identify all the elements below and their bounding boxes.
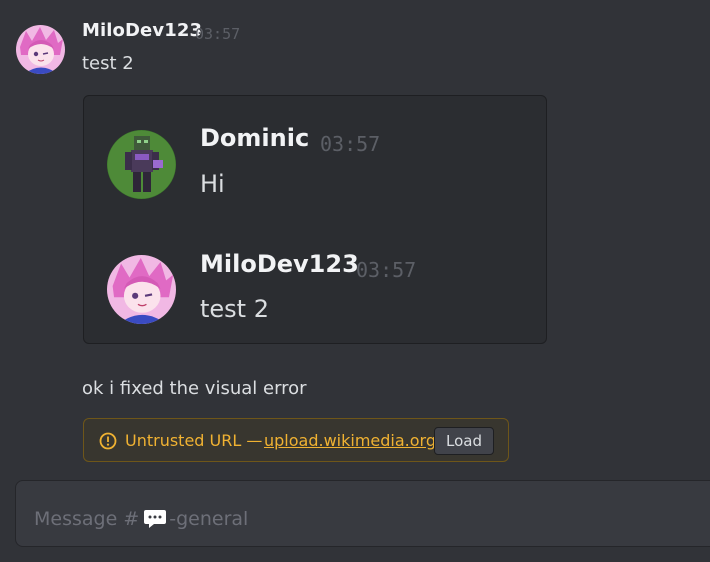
embed-text: test 2: [200, 295, 269, 323]
embed-author[interactable]: Dominic: [200, 124, 309, 152]
warning-label: Untrusted URL —: [125, 431, 262, 450]
avatar[interactable]: [16, 25, 65, 74]
warning-circle-icon: [99, 432, 117, 450]
message-composer[interactable]: Message # -general: [15, 480, 710, 547]
warning-separator: —: [246, 431, 263, 450]
embed-timestamp: 03:57: [356, 258, 417, 282]
untrusted-link[interactable]: upload.wikimedia.org: [264, 431, 436, 450]
composer-placeholder: Message # -general: [34, 508, 248, 530]
embed-timestamp: 03:57: [320, 132, 381, 156]
message-text: ok i fixed the visual error: [82, 378, 307, 399]
untrusted-url-warning: Untrusted URL — upload.wikimedia.org Loa…: [83, 418, 509, 462]
warning-label-text: Untrusted URL: [125, 431, 242, 450]
embed-text: Hi: [200, 170, 225, 198]
avatar[interactable]: [107, 255, 176, 324]
embed-author[interactable]: MiloDev123: [200, 250, 359, 278]
message-text: test 2: [82, 53, 134, 74]
placeholder-suffix: -general: [169, 508, 249, 530]
placeholder-prefix: Message #: [34, 508, 140, 530]
speech-bubble-icon: [144, 510, 167, 528]
avatar[interactable]: [107, 130, 176, 199]
load-button[interactable]: Load: [434, 427, 494, 455]
chat-window: MiloDev123 03:57 test 2 Dominic 03:57 Hi: [0, 0, 710, 562]
message-timestamp: 03:57: [195, 25, 241, 43]
message-author[interactable]: MiloDev123: [82, 20, 202, 41]
message-embed: Dominic 03:57 Hi MiloDev123 03:57 test 2: [83, 95, 547, 344]
